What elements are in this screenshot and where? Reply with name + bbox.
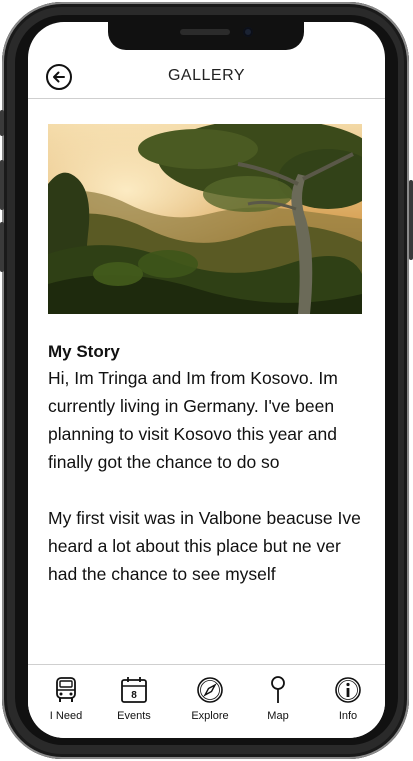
tab-label: Info	[338, 710, 358, 722]
tab-label: Map	[267, 710, 289, 722]
story-section: My Story Hi, Im Tringa and Im from Kosov…	[48, 342, 368, 588]
tab-info[interactable]: Info	[318, 675, 378, 722]
tab-map[interactable]: Map	[248, 675, 308, 722]
phone-frame: GALLERY My Story Hi, Im Tringa and Im fr…	[0, 0, 413, 761]
story-paragraph: My first visit was in Valbone beacuse Iv…	[48, 508, 366, 584]
story-title: My Story	[48, 342, 120, 361]
forest-landscape-image	[48, 124, 362, 314]
side-button	[0, 110, 4, 136]
calendar-icon: 8	[104, 675, 164, 705]
side-button	[0, 160, 4, 210]
tab-label: I Need	[49, 710, 83, 722]
tab-explore[interactable]: Explore	[180, 675, 240, 722]
side-button	[0, 222, 4, 272]
compass-icon	[180, 675, 240, 705]
page-title: GALLERY	[167, 67, 246, 84]
tab-i-need[interactable]: I Need	[36, 675, 96, 722]
bottom-tab-bar: I Need 8 Events Explore Map Info	[28, 664, 385, 738]
side-button	[409, 180, 413, 260]
front-camera	[243, 27, 253, 37]
tab-label: Explore	[191, 710, 229, 722]
tab-events[interactable]: 8 Events	[104, 675, 164, 722]
speaker	[180, 29, 230, 35]
app-header: GALLERY	[28, 62, 385, 99]
info-icon	[318, 675, 378, 705]
map-pin-icon	[248, 675, 308, 705]
gallery-photo[interactable]	[48, 124, 362, 314]
bus-icon	[36, 675, 96, 705]
notch	[108, 22, 304, 50]
story-paragraph: Hi, Im Tringa and Im from Kosovo. Im cur…	[48, 368, 343, 472]
tab-label: Events	[117, 710, 151, 722]
app-screen: GALLERY My Story Hi, Im Tringa and Im fr…	[28, 22, 385, 738]
calendar-day: 8	[131, 690, 137, 701]
